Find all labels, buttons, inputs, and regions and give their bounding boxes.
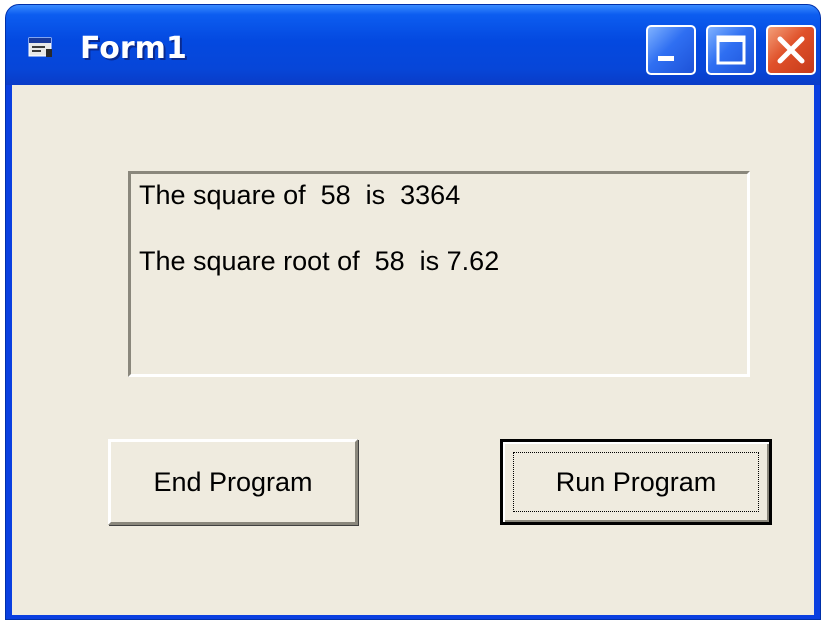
- run-program-button[interactable]: Run Program: [500, 439, 772, 525]
- minimize-icon: [658, 56, 674, 61]
- form-client-area: The square of 58 is 3364 The square root…: [12, 85, 814, 615]
- run-program-label: Run Program: [555, 466, 717, 497]
- end-program-label: End Program: [153, 466, 313, 497]
- window-title: Form1: [80, 31, 187, 66]
- output-picturebox: The square of 58 is 3364 The square root…: [128, 171, 750, 377]
- maximize-icon: [716, 35, 746, 65]
- output-line-square: The square of 58 is 3364: [139, 180, 461, 210]
- end-program-button[interactable]: End Program: [108, 439, 358, 525]
- form-app-icon[interactable]: [28, 37, 54, 59]
- title-bar[interactable]: Form1: [6, 5, 820, 85]
- output-line-square-root: The square root of 58 is 7.62: [139, 246, 500, 276]
- form1-window: Form1 The square of 58 is 3364 The squar…: [5, 4, 821, 620]
- minimize-button[interactable]: [646, 25, 696, 75]
- close-icon: [777, 36, 805, 64]
- maximize-button[interactable]: [706, 25, 756, 75]
- close-button[interactable]: [766, 25, 816, 75]
